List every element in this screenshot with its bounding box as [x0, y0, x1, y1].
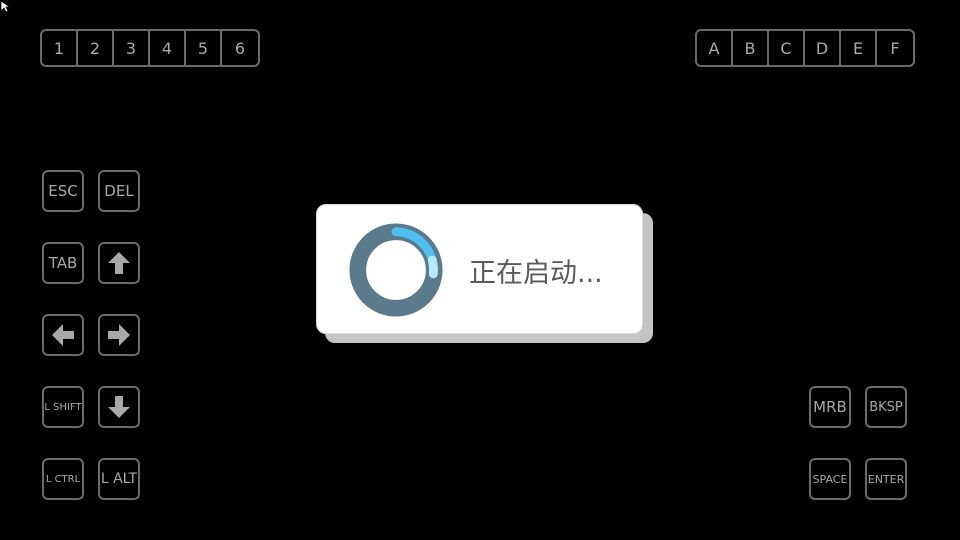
key-1[interactable]: 1	[42, 31, 78, 65]
key-6[interactable]: 6	[222, 31, 258, 65]
key-e[interactable]: E	[841, 31, 877, 65]
space-key[interactable]: SPACE	[809, 458, 851, 500]
arrow-down-icon	[108, 396, 130, 418]
arrow-down-key[interactable]	[98, 386, 140, 428]
key-b[interactable]: B	[733, 31, 769, 65]
arrow-right-key[interactable]	[98, 314, 140, 356]
backspace-key[interactable]: BKSP	[865, 386, 907, 428]
key-f[interactable]: F	[877, 31, 913, 65]
arrow-right-icon	[108, 324, 130, 346]
dialog-message: 正在启动...	[469, 258, 603, 289]
letter-key-strip: A B C D E F	[695, 29, 915, 67]
left-shift-key[interactable]: L SHIFT	[42, 386, 84, 428]
key-5[interactable]: 5	[186, 31, 222, 65]
arrow-left-key[interactable]	[42, 314, 84, 356]
loading-dialog: 正在启动...	[316, 204, 643, 334]
key-2[interactable]: 2	[78, 31, 114, 65]
key-c[interactable]: C	[769, 31, 805, 65]
enter-key[interactable]: ENTER	[865, 458, 907, 500]
left-alt-key[interactable]: L ALT	[98, 458, 140, 500]
esc-key[interactable]: ESC	[42, 170, 84, 212]
mrb-key[interactable]: MRB	[809, 386, 851, 428]
del-key[interactable]: DEL	[98, 170, 140, 212]
arrow-up-key[interactable]	[98, 242, 140, 284]
key-a[interactable]: A	[697, 31, 733, 65]
key-d[interactable]: D	[805, 31, 841, 65]
left-ctrl-key[interactable]: L CTRL	[42, 458, 84, 500]
loading-spinner-icon	[349, 223, 443, 317]
arrow-left-icon	[52, 324, 74, 346]
tab-key[interactable]: TAB	[42, 242, 84, 284]
arrow-up-icon	[108, 252, 130, 274]
number-key-strip: 1 2 3 4 5 6	[40, 29, 260, 67]
mouse-cursor-icon	[0, 0, 12, 13]
key-3[interactable]: 3	[114, 31, 150, 65]
key-4[interactable]: 4	[150, 31, 186, 65]
